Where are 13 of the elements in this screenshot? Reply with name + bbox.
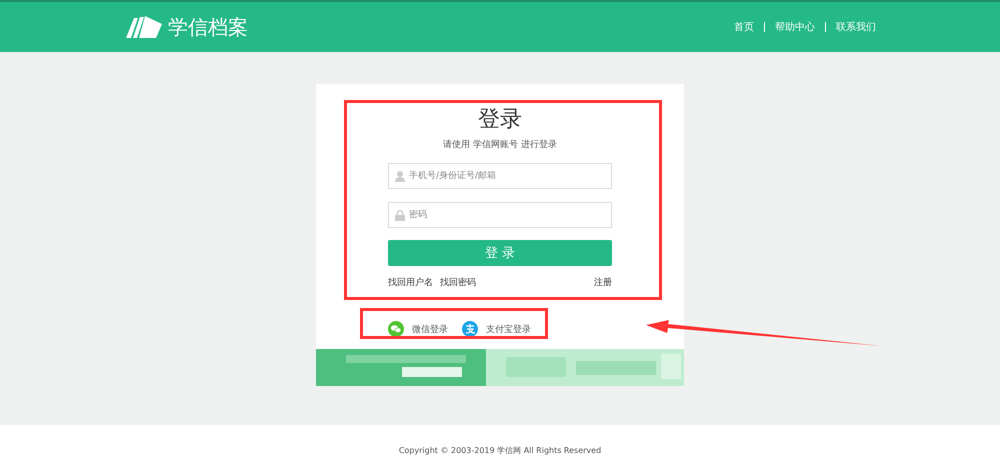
register-link[interactable]: 注册 [594, 276, 612, 289]
link[interactable]: 找回用户名 [388, 276, 433, 289]
social-login-link[interactable]: 支付宝登录 [462, 321, 531, 337]
logo-icon [126, 16, 162, 38]
user-icon [395, 170, 405, 182]
chat-bubbles-icon [388, 321, 404, 337]
logo-text: 学信档案 [168, 14, 248, 40]
login-subtitle: 请使用 学信网账号 进行登录 [443, 138, 557, 151]
login-title: 登录 [478, 106, 522, 134]
copyright-text: Copyright © 2003-2019 学信网 All Rights Reserved [398, 445, 602, 456]
social-login-link[interactable]: 微信登录 [388, 321, 448, 337]
lock-icon [395, 210, 405, 220]
link[interactable]: 找回密码 [440, 276, 476, 289]
